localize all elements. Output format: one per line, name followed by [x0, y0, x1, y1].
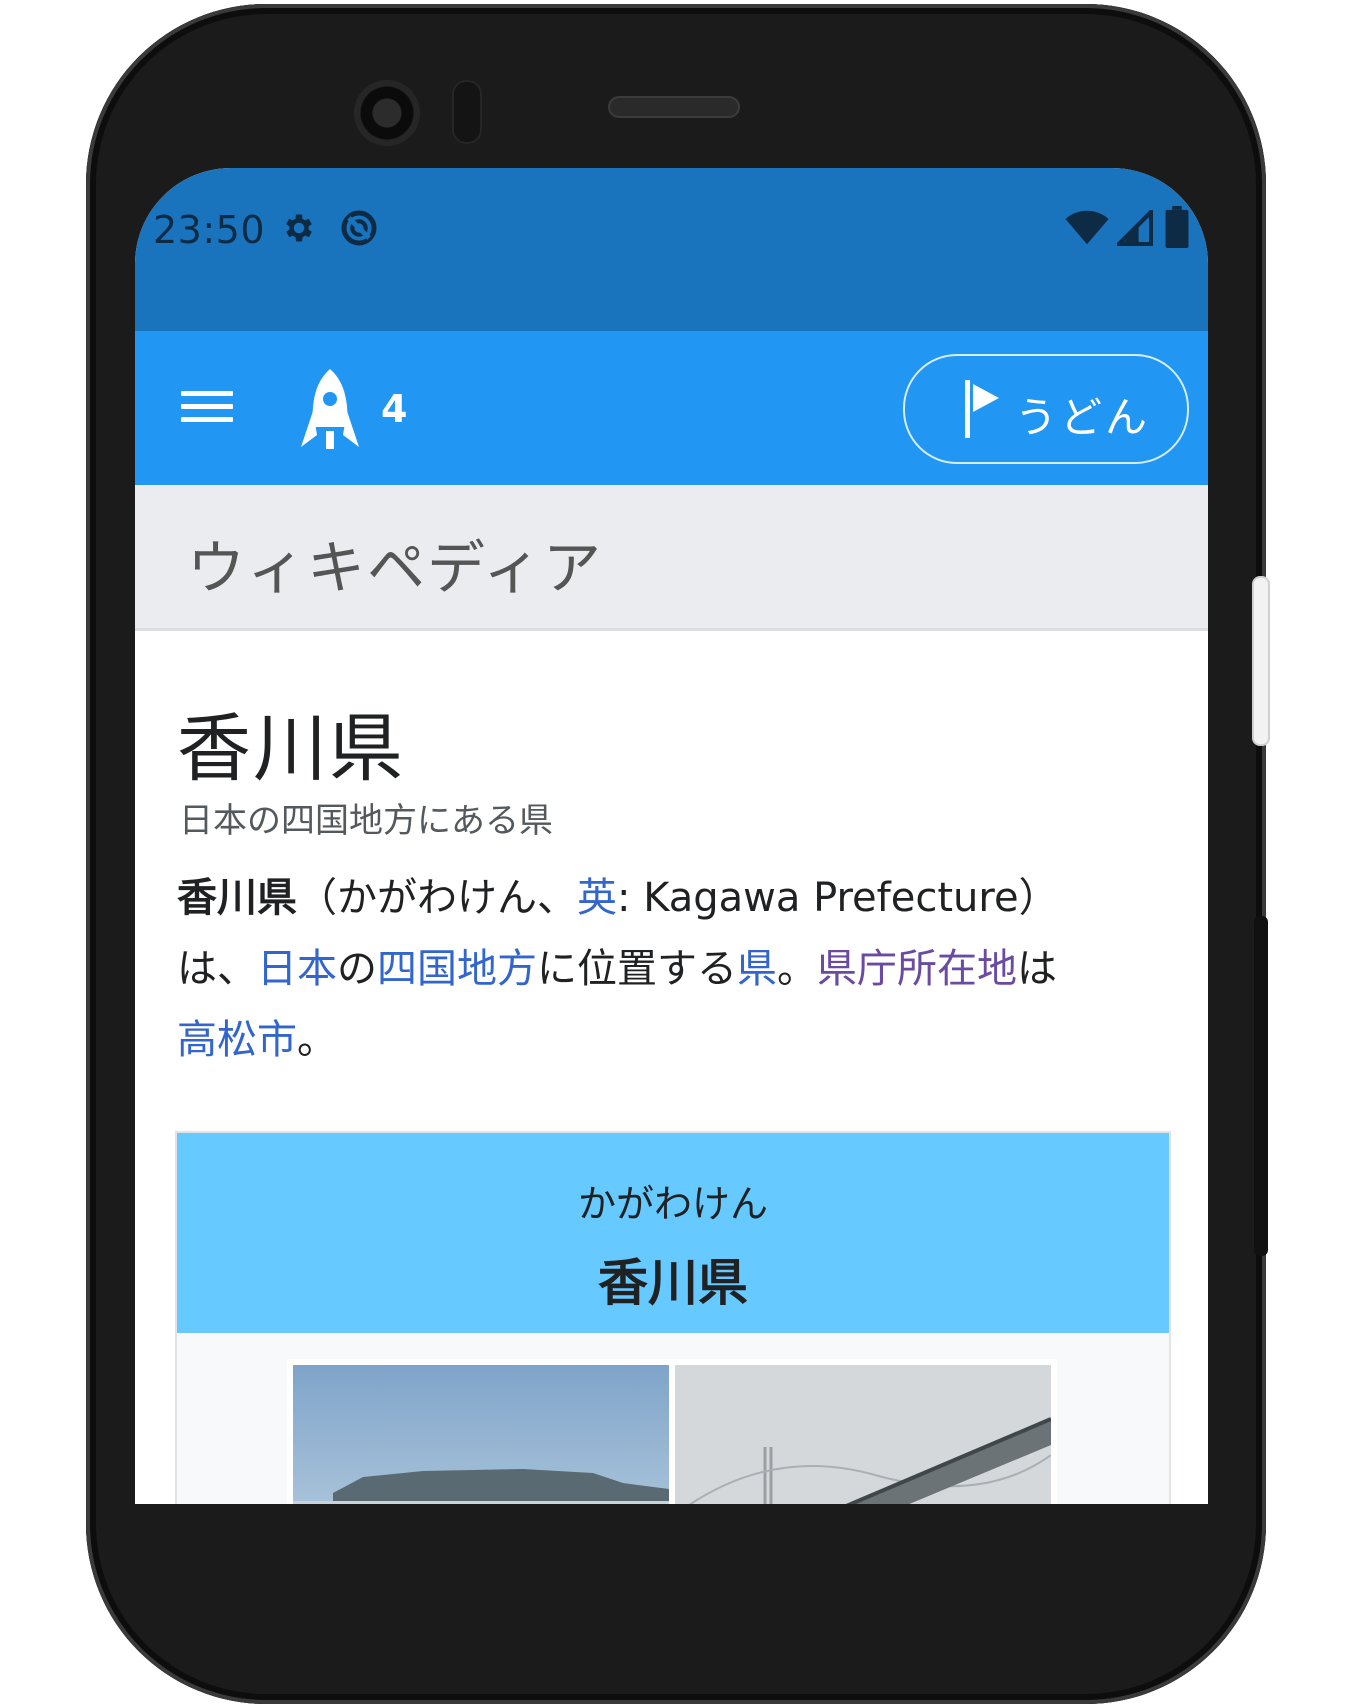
lead-bold-title: 香川県	[177, 875, 297, 921]
wiki-header: ウィキペディア	[135, 485, 1208, 631]
tabs-count: 4	[381, 387, 408, 431]
lead-paragraph: 香川県（かがわけん、英: Kagawa Prefecture） は、日本の四国地方…	[177, 863, 1167, 1076]
power-button	[1254, 578, 1268, 744]
menu-button[interactable]	[165, 371, 247, 441]
lead-text: : Kagawa Prefecture）	[617, 875, 1059, 921]
hamburger-menu-icon	[181, 391, 233, 396]
app-toolbar: 4 うどん	[135, 331, 1208, 485]
link-takamatsu[interactable]: 高松市	[177, 1017, 297, 1063]
lead-text: に位置する	[537, 946, 737, 992]
lead-text: は、	[177, 946, 257, 992]
volume-button	[1254, 916, 1268, 1256]
tabs-button[interactable]: 4	[295, 367, 415, 457]
hamburger-line	[181, 417, 233, 422]
status-bar: 23:50	[135, 168, 1208, 331]
battery-icon	[1165, 206, 1189, 248]
screen: 23:50 4 うどん ウィキペディア 香川県 日本の四国地方にある県 香川県（…	[135, 168, 1208, 1504]
front-camera	[354, 80, 420, 146]
seto-ohashi-photo[interactable]	[675, 1365, 1051, 1504]
lead-text: の	[337, 946, 377, 992]
page-title: 香川県	[177, 706, 405, 792]
infobox-photos	[287, 1359, 1057, 1504]
lead-text: 。	[777, 946, 817, 992]
status-time: 23:50	[153, 208, 266, 252]
link-capital[interactable]: 県庁所在地	[817, 946, 1017, 992]
link-english[interactable]: 英	[577, 875, 617, 921]
infobox: かがわけん 香川県	[175, 1131, 1171, 1504]
hamburger-line	[181, 404, 233, 409]
yashima-photo[interactable]	[293, 1365, 669, 1504]
rocket-icon	[301, 369, 359, 449]
link-japan[interactable]: 日本	[257, 946, 337, 992]
link-shikoku[interactable]: 四国地方	[377, 946, 537, 992]
earpiece-speaker	[608, 96, 740, 118]
proximity-sensor	[452, 80, 482, 144]
cell-signal-icon	[1117, 210, 1153, 246]
flag-icon	[965, 380, 999, 438]
lead-text: （かがわけん、	[297, 875, 577, 921]
data-saver-icon	[341, 210, 377, 246]
lead-text: は	[1017, 946, 1057, 992]
link-prefecture[interactable]: 県	[737, 946, 777, 992]
wifi-icon	[1065, 210, 1109, 245]
project-label: うどん	[1015, 393, 1151, 442]
lead-text: 。	[297, 1017, 337, 1063]
page-description: 日本の四国地方にある県	[179, 801, 553, 841]
infobox-reading: かがわけん	[577, 1182, 768, 1226]
project-button[interactable]: うどん	[903, 354, 1189, 464]
infobox-header: かがわけん 香川県	[177, 1133, 1169, 1335]
infobox-name: 香川県	[598, 1254, 748, 1312]
wikipedia-logo[interactable]: ウィキペディア	[187, 521, 603, 605]
gear-icon	[286, 214, 312, 242]
